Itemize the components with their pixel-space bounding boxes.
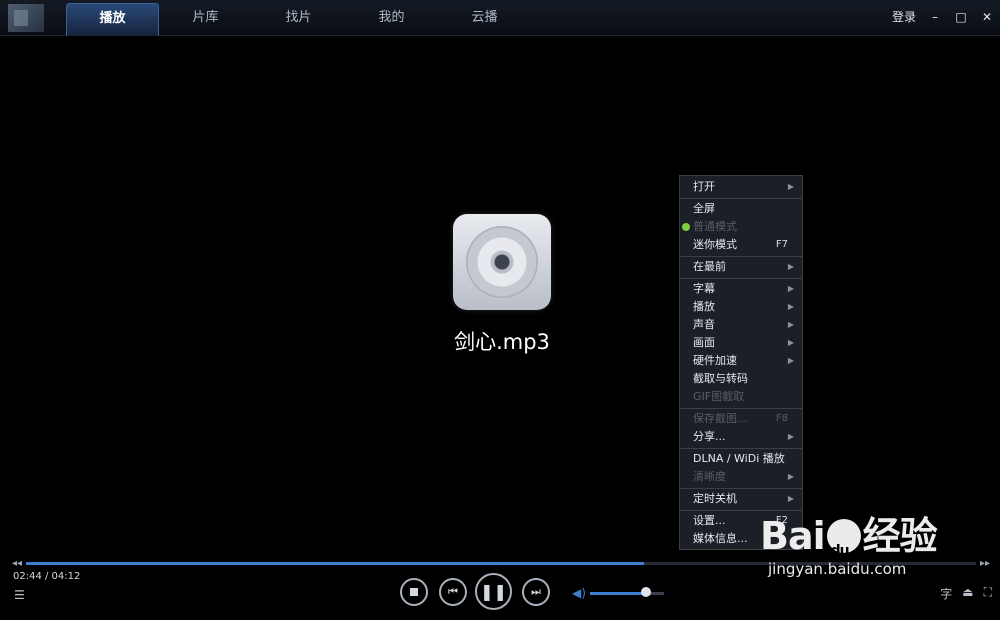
menu-item-label: 字幕 (693, 282, 715, 295)
submenu-arrow-icon: ▶ (787, 494, 794, 503)
menu-separator (680, 256, 802, 257)
menu-item-label: DLNA / WiDi 播放 (693, 452, 785, 465)
seek-back-icon[interactable]: ◂◂ (12, 558, 22, 569)
window-controls: 登录 – □ ✕ (892, 8, 994, 25)
time-display: 02:44 / 04:12 (13, 571, 81, 582)
menu-item-label: 保存截图... (693, 412, 748, 425)
menu-item[interactable]: 在最前 ▶ (680, 258, 802, 276)
menu-item-label: 打开 (693, 180, 715, 193)
menu-separator (680, 448, 802, 449)
watermark-url: jingyan.baidu.com (760, 560, 995, 578)
menu-item: 清晰度 ▶ (680, 468, 802, 486)
menu-item[interactable]: 播放 ▶ (680, 298, 802, 316)
menu-item-label: 清晰度 (693, 470, 726, 483)
menu-item[interactable]: 声音 ▶ (680, 316, 802, 334)
media-title: 剑心.mp3 (454, 330, 550, 354)
menu-item-label: 定时关机 (693, 492, 737, 505)
menu-item-label: GIF图截取 (693, 390, 745, 403)
menu-item[interactable]: 画面 ▶ (680, 334, 802, 352)
submenu-arrow-icon: ▶ (787, 472, 794, 481)
menu-item-label: 硬件加速 (693, 354, 737, 367)
menu-item[interactable]: 全屏 (680, 200, 802, 218)
watermark-logo-text: Bai (760, 514, 826, 558)
cd-disc-icon (453, 214, 551, 310)
title-bar: 播放 片库 找片 我的 云播 登录 – □ ✕ (0, 0, 1000, 36)
pause-button[interactable]: ❚❚ (475, 573, 512, 610)
disc-graphic (466, 226, 538, 298)
submenu-arrow-icon: ▶ (787, 182, 794, 191)
menu-item: GIF图截取 (680, 388, 802, 406)
menu-item-label: 画面 (693, 336, 715, 349)
menu-item-label: 媒体信息... (693, 532, 748, 545)
menu-item-label: 截取与转码 (693, 372, 748, 385)
menu-item-shortcut: F7 (775, 239, 788, 250)
baidu-watermark: Bai 经验 jingyan.baidu.com (760, 512, 995, 602)
menu-separator (680, 488, 802, 489)
login-link[interactable]: 登录 (892, 8, 916, 25)
submenu-arrow-icon: ▶ (787, 302, 794, 311)
paw-icon (826, 519, 861, 575)
check-dot-icon (682, 223, 690, 231)
progress-fill (26, 562, 644, 565)
menu-separator (680, 198, 802, 199)
menu-item-label: 分享... (693, 430, 726, 443)
watermark-logo: Bai 经验 (760, 512, 995, 575)
tab-library[interactable]: 片库 (159, 3, 252, 36)
menu-item[interactable]: 打开 ▶ (680, 178, 802, 196)
submenu-arrow-icon: ▶ (787, 284, 794, 293)
volume-handle[interactable] (640, 587, 651, 597)
menu-item[interactable]: 截取与转码 (680, 370, 802, 388)
submenu-arrow-icon: ▶ (787, 356, 794, 365)
next-button[interactable]: ⏭ (522, 578, 550, 606)
maximize-icon[interactable]: □ (954, 10, 968, 24)
tab-find[interactable]: 找片 (252, 3, 345, 36)
context-menu: 打开 ▶ 全屏普通模式迷你模式 F7 在最前 ▶ 字幕 ▶ 播放 ▶ 声音 ▶ 画面 ▶ 硬件加速 ▶ 截取与转… (679, 175, 803, 550)
menu-item[interactable]: 分享... ▶ (680, 428, 802, 446)
menu-item-shortcut: F8 (775, 413, 788, 424)
menu-item-label: 播放 (693, 300, 715, 313)
submenu-arrow-icon: ▶ (787, 338, 794, 347)
menu-item-label: 迷你模式 (693, 238, 737, 251)
minimize-icon[interactable]: – (928, 10, 942, 24)
menu-item[interactable]: 字幕 ▶ (680, 280, 802, 298)
menu-item[interactable]: 硬件加速 ▶ (680, 352, 802, 370)
volume-fill (590, 592, 646, 595)
menu-separator (680, 408, 802, 409)
watermark-logo-suffix: 经验 (862, 514, 938, 558)
submenu-arrow-icon: ▶ (787, 320, 794, 329)
submenu-arrow-icon: ▶ (787, 432, 794, 441)
menu-item-label: 在最前 (693, 260, 726, 273)
menu-item[interactable]: 定时关机 ▶ (680, 490, 802, 508)
close-icon[interactable]: ✕ (980, 10, 994, 24)
menu-item-label: 普通模式 (693, 220, 737, 233)
menu-item[interactable]: 迷你模式 F7 (680, 236, 802, 254)
app-logo[interactable] (8, 4, 44, 32)
menu-item: 普通模式 (680, 218, 802, 236)
menu-separator (680, 510, 802, 511)
tab-play[interactable]: 播放 (66, 3, 159, 36)
previous-button[interactable]: ⏮ (439, 578, 467, 606)
volume-slider[interactable] (590, 592, 664, 595)
tab-mine[interactable]: 我的 (345, 3, 438, 36)
menu-item[interactable]: DLNA / WiDi 播放 (680, 450, 802, 468)
menu-separator (680, 278, 802, 279)
menu-item-label: 设置... (693, 514, 726, 527)
tab-cloud[interactable]: 云播 (438, 3, 531, 36)
menu-item: 保存截图... F8 (680, 410, 802, 428)
submenu-arrow-icon: ▶ (787, 262, 794, 271)
playlist-icon[interactable]: ☰ (14, 588, 25, 602)
menu-item-label: 全屏 (693, 202, 715, 215)
menu-item-label: 声音 (693, 318, 715, 331)
main-tabs: 播放 片库 找片 我的 云播 (66, 3, 531, 36)
stop-button[interactable] (400, 578, 428, 606)
volume-icon[interactable]: ◀) (572, 586, 586, 600)
